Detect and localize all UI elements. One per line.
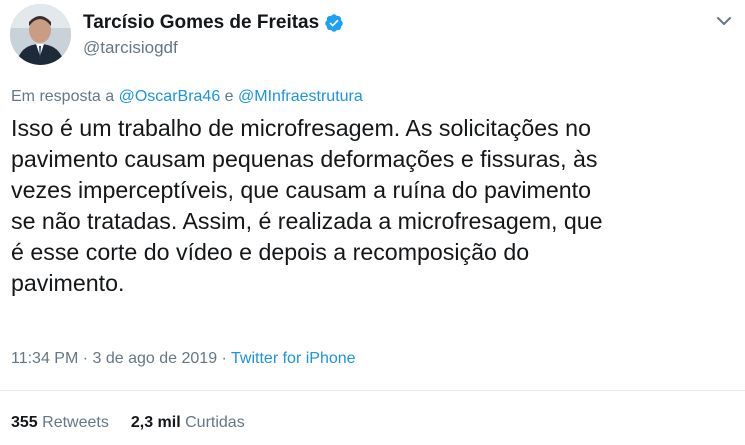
- likes-stat[interactable]: 2,3 mil Curtidas: [131, 414, 245, 432]
- retweets-stat[interactable]: 355 Retweets: [11, 414, 109, 432]
- mention-link-minfraestrutura[interactable]: @MInfraestrutura: [238, 88, 363, 105]
- tweet-date[interactable]: 3 de ago de 2019: [93, 350, 218, 367]
- likes-label: Curtidas: [185, 414, 245, 431]
- likes-count: 2,3 mil: [130, 414, 181, 431]
- divider: [0, 390, 745, 391]
- verified-badge-icon: [324, 13, 344, 33]
- author-display-name[interactable]: Tarcísio Gomes de Freitas: [83, 12, 319, 34]
- retweets-label: Retweets: [42, 414, 109, 431]
- tweet-text: Isso é um trabalho de microfresagem. As …: [11, 115, 603, 296]
- tweet-time[interactable]: 11:34 PM: [11, 350, 78, 367]
- tweet-meta: 11:34 PM · 3 de ago de 2019 · Twitter fo…: [11, 350, 356, 368]
- tweet-stats: 355 Retweets 2,3 mil Curtidas: [11, 414, 245, 432]
- tweet-source-link[interactable]: Twitter for iPhone: [231, 350, 356, 367]
- author-handle[interactable]: @tarcisiogdf: [83, 38, 178, 58]
- reply-conjunction: e: [224, 88, 234, 105]
- tweet-card: Tarcísio Gomes de Freitas @tarcisiogdf E…: [0, 0, 745, 445]
- mention-link-oscarbra46[interactable]: @OscarBra46: [119, 88, 221, 105]
- avatar-image: [10, 4, 71, 65]
- chevron-down-icon[interactable]: [715, 12, 733, 30]
- retweets-count: 355: [11, 414, 38, 431]
- meta-separator: ·: [221, 350, 227, 367]
- reply-context: Em resposta a @OscarBra46 e @MInfraestru…: [11, 88, 363, 106]
- author-name-row[interactable]: Tarcísio Gomes de Freitas: [83, 12, 344, 34]
- reply-prefix: Em resposta a: [11, 88, 115, 105]
- avatar[interactable]: [10, 4, 71, 65]
- meta-separator: ·: [82, 350, 89, 367]
